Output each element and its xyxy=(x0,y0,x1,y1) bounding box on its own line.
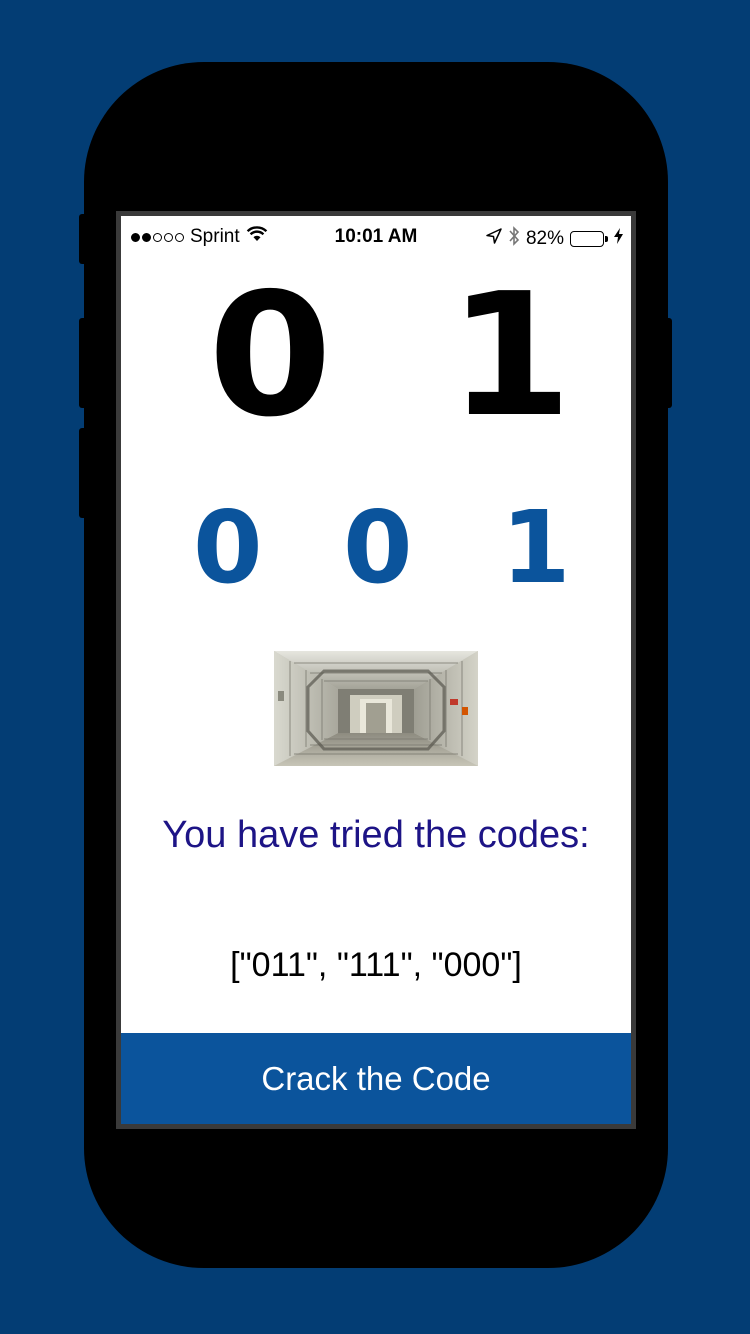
tried-codes-list: ["011", "111", "000"] xyxy=(230,946,522,984)
guess-digit-row: 0 0 1 xyxy=(121,498,631,598)
revealed-digit-0: 0 xyxy=(208,257,333,455)
app-stage: Sprint 10:01 AM 82% 0 1 0 0 1 You have t… xyxy=(0,0,750,1334)
guess-digit-0[interactable]: 0 xyxy=(193,498,263,598)
battery-percent: 82% xyxy=(525,228,564,249)
revealed-digit-1: 1 xyxy=(448,257,573,455)
status-bar: Sprint 10:01 AM 82% xyxy=(121,216,631,256)
spaceship-corridor-image xyxy=(274,651,478,766)
revealed-code-display: 0 1 xyxy=(121,257,631,455)
status-right: 82% xyxy=(486,226,623,252)
phone-screen: Sprint 10:01 AM 82% 0 1 0 0 1 You have t… xyxy=(116,211,636,1129)
tried-codes-label: You have tried the codes: xyxy=(162,814,590,856)
battery-icon xyxy=(570,231,608,247)
location-arrow-icon xyxy=(486,228,502,250)
charging-bolt-icon xyxy=(614,228,623,250)
app-screen: Sprint 10:01 AM 82% 0 1 0 0 1 You have t… xyxy=(121,216,631,1124)
bluetooth-icon xyxy=(508,226,520,252)
crack-the-code-button[interactable]: Crack the Code xyxy=(121,1033,631,1124)
guess-digit-2[interactable]: 1 xyxy=(501,498,571,598)
guess-digit-1[interactable]: 0 xyxy=(343,498,413,598)
